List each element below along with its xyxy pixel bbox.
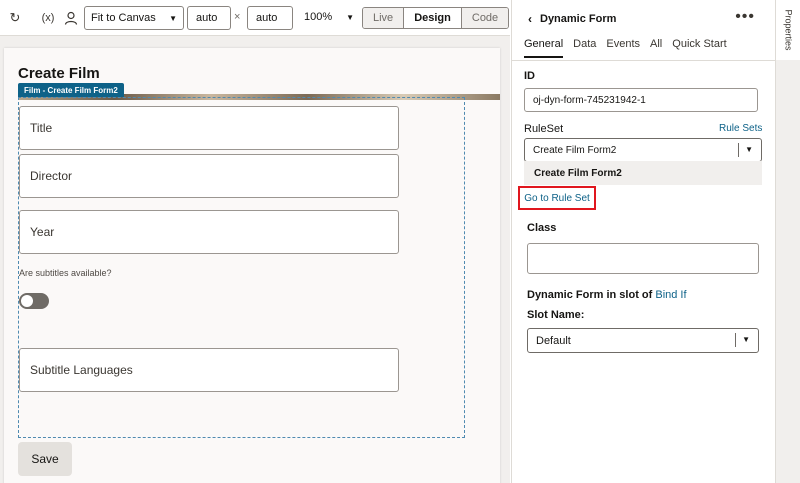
save-button[interactable]: Save bbox=[18, 442, 72, 476]
ruleset-option[interactable]: Create Film Form2 bbox=[524, 161, 762, 185]
ruleset-label: RuleSet bbox=[524, 123, 564, 135]
fit-to-canvas-select[interactable]: Fit to Canvas ▼ bbox=[84, 6, 184, 30]
tab-general[interactable]: General bbox=[524, 38, 564, 58]
class-input[interactable] bbox=[527, 243, 759, 274]
slot-name-select[interactable]: Default ▼ bbox=[527, 328, 759, 353]
toggle-knob bbox=[21, 295, 33, 307]
ruleset-value: Create Film Form2 bbox=[533, 144, 617, 156]
chevron-down-icon: ▼ bbox=[745, 145, 753, 154]
slot-info: Dynamic Form in slot of Bind If bbox=[527, 289, 687, 301]
subtitles-question: Are subtitles available? bbox=[19, 268, 112, 278]
director-label: Director bbox=[30, 169, 73, 183]
id-value: oj-dyn-form-745231942-1 bbox=[533, 94, 646, 106]
canvas-width-input[interactable]: auto bbox=[187, 6, 231, 30]
design-canvas[interactable]: Create Film Film - Create Film Form2 Tit… bbox=[0, 36, 510, 483]
page-title: Create Film bbox=[18, 65, 100, 82]
title-field[interactable]: Title bbox=[19, 106, 399, 150]
tabs-divider bbox=[512, 60, 776, 61]
class-label: Class bbox=[527, 222, 557, 234]
tab-events[interactable]: Events bbox=[606, 38, 640, 58]
slot-name-label: Slot Name: bbox=[527, 309, 585, 321]
id-label: ID bbox=[524, 70, 535, 82]
go-to-rule-set-link[interactable]: Go to Rule Set bbox=[518, 186, 596, 210]
panel-header: ‹ Dynamic Form bbox=[528, 12, 616, 26]
top-toolbar: ↻ (x) Fit to Canvas ▼ auto × auto 100% ▼… bbox=[0, 0, 510, 36]
subtitle-languages-field[interactable]: Subtitle Languages bbox=[19, 348, 399, 392]
chevron-down-icon: ▼ bbox=[346, 12, 355, 22]
tab-quick-start[interactable]: Quick Start bbox=[672, 38, 726, 58]
rule-sets-link[interactable]: Rule Sets bbox=[719, 123, 762, 134]
select-separator bbox=[735, 333, 736, 347]
variables-icon[interactable]: (x) bbox=[38, 8, 58, 28]
code-mode-button[interactable]: Code bbox=[461, 8, 509, 28]
refresh-icon[interactable]: ↻ bbox=[5, 8, 25, 28]
select-separator bbox=[738, 143, 739, 157]
chevron-down-icon: ▼ bbox=[169, 13, 177, 23]
width-value: auto bbox=[196, 12, 218, 24]
subtitles-toggle[interactable] bbox=[19, 293, 49, 309]
year-label: Year bbox=[30, 225, 55, 239]
bind-if-link[interactable]: Bind If bbox=[655, 289, 686, 301]
side-panel-strip: Properties bbox=[775, 0, 800, 483]
more-options-icon[interactable]: ••• bbox=[735, 8, 755, 26]
design-mode-button[interactable]: Design bbox=[404, 8, 462, 28]
properties-side-tab[interactable]: Properties bbox=[776, 0, 800, 60]
tab-all[interactable]: All bbox=[650, 38, 662, 58]
chevron-down-icon: ▼ bbox=[742, 335, 750, 344]
subtitle-languages-label: Subtitle Languages bbox=[30, 363, 133, 377]
ruleset-select[interactable]: Create Film Form2 ▼ bbox=[524, 138, 762, 162]
id-input[interactable]: oj-dyn-form-745231942-1 bbox=[524, 88, 758, 112]
user-icon[interactable] bbox=[61, 8, 81, 28]
live-mode-button[interactable]: Live bbox=[363, 8, 405, 28]
height-value: auto bbox=[256, 12, 278, 24]
year-field[interactable]: Year bbox=[19, 210, 399, 254]
variables-label: (x) bbox=[41, 12, 55, 24]
slot-text: Dynamic Form in slot of bbox=[527, 289, 653, 301]
slot-name-value: Default bbox=[536, 334, 571, 347]
canvas-height-input[interactable]: auto bbox=[247, 6, 293, 30]
tab-data[interactable]: Data bbox=[573, 38, 596, 58]
panel-title: Dynamic Form bbox=[540, 13, 617, 25]
zoom-value: 100% bbox=[304, 11, 333, 23]
director-field[interactable]: Director bbox=[19, 154, 399, 198]
mode-switcher: Live Design Code bbox=[362, 7, 510, 29]
zoom-select[interactable]: 100% ▼ bbox=[304, 11, 354, 23]
dynamic-form[interactable]: Title Director Year Are subtitles availa… bbox=[18, 97, 465, 438]
properties-panel: ‹ Dynamic Form ••• General Data Events A… bbox=[511, 0, 776, 483]
back-chevron-icon[interactable]: ‹ bbox=[528, 12, 532, 26]
properties-tabs: General Data Events All Quick Start bbox=[524, 38, 737, 58]
title-label: Title bbox=[30, 121, 53, 135]
times-symbol: × bbox=[234, 11, 241, 23]
page-preview: Create Film Film - Create Film Form2 Tit… bbox=[4, 48, 500, 483]
side-tab-label: Properties bbox=[783, 9, 794, 51]
fit-select-value: Fit to Canvas bbox=[91, 12, 156, 24]
form-component-tag[interactable]: Film - Create Film Form2 bbox=[18, 83, 124, 97]
